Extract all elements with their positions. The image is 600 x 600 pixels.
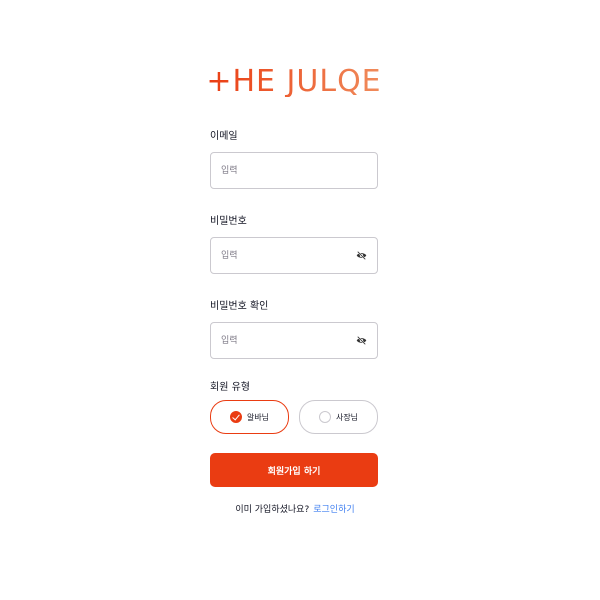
check-circle-icon [229,411,242,423]
member-type-label: 회원 유형 [210,382,250,393]
password-confirm-input[interactable] [221,323,351,358]
signup-button[interactable]: 회원가입 하기 [210,453,378,487]
password-input-box[interactable] [210,237,378,274]
email-input-box[interactable] [210,152,378,189]
eye-slash-icon[interactable] [356,335,367,346]
password-confirm-field-group: 비밀번호 확인 [210,300,378,359]
member-type-field-group: 회원 유형 알바님 사장님 [210,381,378,434]
member-type-option-worker[interactable]: 알바님 [210,400,289,434]
member-type-options: 알바님 사장님 [210,400,378,434]
brand-logo[interactable]: +HE JULQE [206,62,380,102]
password-confirm-label: 비밀번호 확인 [210,301,269,312]
password-label: 비밀번호 [210,216,247,227]
member-type-option-label: 알바님 [246,412,270,422]
signup-page: +HE JULQE 이메일 비밀번호 비밀번호 확인 [0,0,600,600]
empty-circle-icon [318,411,331,423]
email-label: 이메일 [210,131,238,142]
logo-text: +HE JULQE [206,64,382,99]
email-field-group: 이메일 [210,130,378,189]
eye-slash-icon[interactable] [356,250,367,261]
password-input[interactable] [221,238,351,273]
login-prompt: 이미 가입하셨나요? 로그인하기 [0,502,590,515]
login-link[interactable]: 로그인하기 [313,505,354,515]
member-type-option-owner[interactable]: 사장님 [299,400,378,434]
member-type-option-label: 사장님 [335,412,359,422]
login-prompt-text: 이미 가입하셨나요? [235,505,310,515]
password-field-group: 비밀번호 [210,215,378,274]
email-input[interactable] [221,153,351,188]
password-confirm-input-box[interactable] [210,322,378,359]
